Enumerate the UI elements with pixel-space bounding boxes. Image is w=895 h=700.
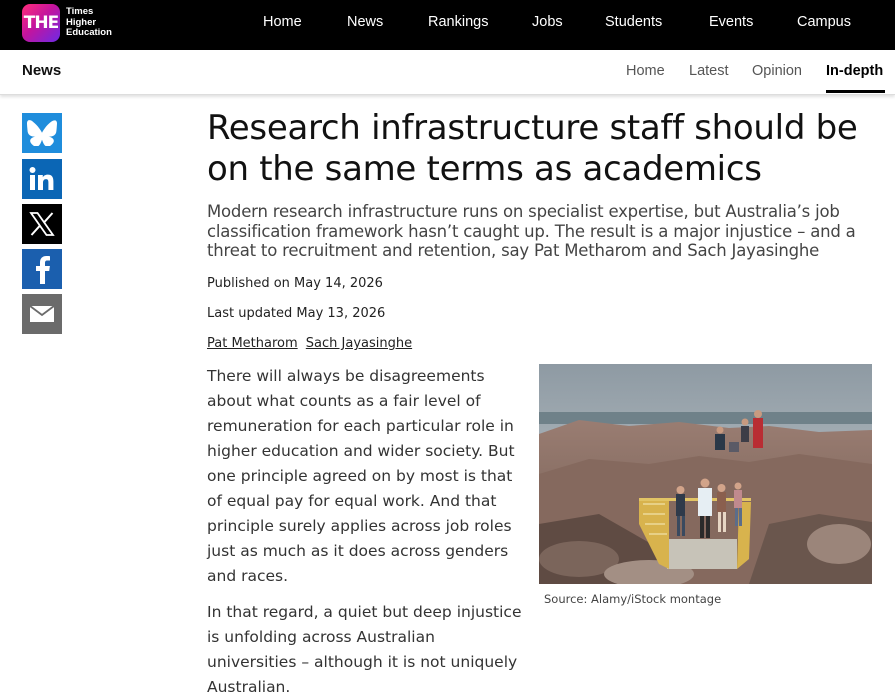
- subnav-home[interactable]: Home: [626, 63, 665, 79]
- top-navigation-bar: THE Times Higher Education Home News Ran…: [0, 0, 895, 50]
- share-email-button[interactable]: [22, 294, 62, 334]
- x-icon: [29, 212, 55, 236]
- article-standfirst: Modern research infrastructure runs on s…: [207, 202, 856, 260]
- subnav-in-depth[interactable]: In-depth: [826, 63, 883, 79]
- share-facebook-button[interactable]: [22, 249, 62, 289]
- nav-rankings[interactable]: Rankings: [428, 0, 488, 44]
- image-caption: Source: Alamy/iStock montage: [544, 592, 722, 606]
- share-x-button[interactable]: [22, 204, 62, 244]
- nav-home[interactable]: Home: [263, 0, 302, 44]
- nav-jobs[interactable]: Jobs: [532, 0, 563, 44]
- subnav-opinion[interactable]: Opinion: [752, 63, 802, 79]
- section-title[interactable]: News: [22, 62, 61, 79]
- logo-line: Education: [66, 27, 112, 38]
- share-bluesky-button[interactable]: [22, 113, 62, 153]
- published-date: Published on May 14, 2026: [207, 276, 383, 291]
- article-paragraph: There will always be disagreements about…: [207, 367, 515, 585]
- bluesky-icon: [27, 120, 57, 146]
- linkedin-icon: [29, 167, 54, 190]
- nav-campus[interactable]: Campus: [797, 0, 851, 44]
- share-linkedin-button[interactable]: [22, 159, 62, 199]
- article-image: [539, 364, 872, 584]
- article-paragraph: In that regard, a quiet but deep injusti…: [207, 603, 522, 696]
- nav-news[interactable]: News: [347, 0, 383, 44]
- email-icon: [29, 305, 55, 322]
- author-links: Pat Metharom Sach Jayasinghe: [207, 336, 416, 351]
- logo-line: Times: [66, 6, 94, 17]
- nav-events[interactable]: Events: [709, 0, 753, 44]
- subnav-latest[interactable]: Latest: [689, 63, 729, 79]
- logo-wordmark[interactable]: Times Higher Education: [66, 6, 112, 39]
- article-headline: Research infrastructure staff should be …: [207, 108, 858, 189]
- active-tab-indicator: [826, 90, 885, 93]
- the-logo[interactable]: THE: [22, 4, 60, 42]
- rocky-coast-scene: [539, 364, 872, 584]
- updated-date: Last updated May 13, 2026: [207, 306, 386, 321]
- author-link[interactable]: Sach Jayasinghe: [306, 336, 412, 351]
- nav-students[interactable]: Students: [605, 0, 662, 44]
- section-navigation-bar: News Home Latest Opinion In-depth: [0, 50, 895, 95]
- facebook-icon: [36, 256, 50, 284]
- author-link[interactable]: Pat Metharom: [207, 336, 298, 351]
